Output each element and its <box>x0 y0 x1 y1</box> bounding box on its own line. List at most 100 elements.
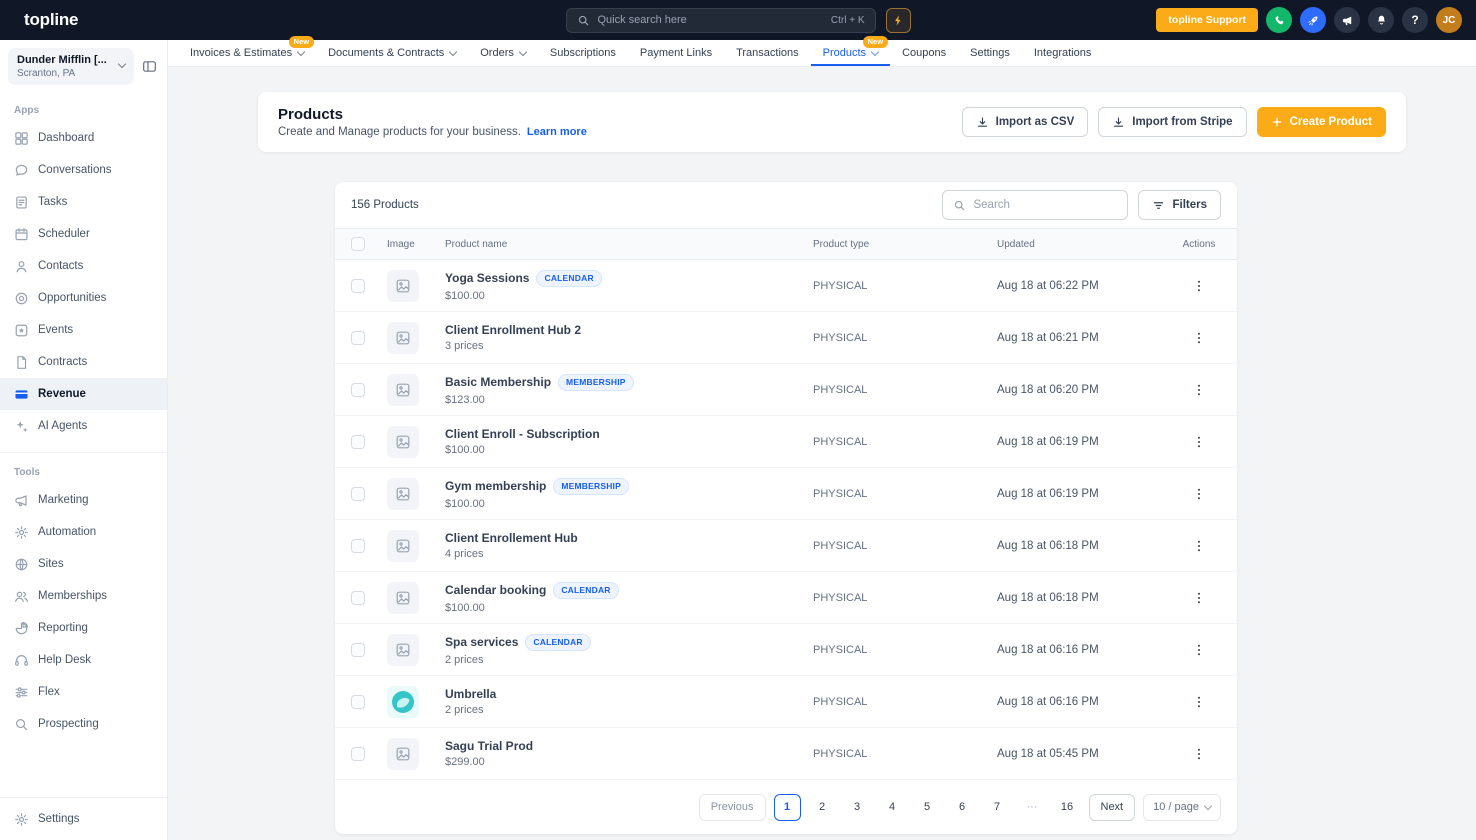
sidebar-item-events[interactable]: Events <box>0 314 167 346</box>
import-stripe-button[interactable]: Import from Stripe <box>1098 107 1247 137</box>
row-actions-button[interactable] <box>1187 482 1211 506</box>
table-search-input[interactable] <box>973 199 1118 211</box>
pagination-page-6[interactable]: 6 <box>949 794 976 821</box>
global-search-input[interactable] <box>597 14 823 26</box>
product-name[interactable]: Client Enrollment Hub 2 <box>445 323 581 337</box>
account-switcher[interactable]: Dunder Mifflin [... Scranton, PA <box>8 48 134 85</box>
lightning-button[interactable] <box>885 7 911 33</box>
pagination-page-7[interactable]: 7 <box>984 794 1011 821</box>
phone-button[interactable] <box>1266 7 1292 33</box>
row-actions-button[interactable] <box>1187 326 1211 350</box>
select-all-checkbox[interactable] <box>351 237 365 251</box>
sidebar-item-tasks[interactable]: Tasks <box>0 186 167 218</box>
tab-settings[interactable]: Settings <box>958 40 1022 66</box>
sidebar-item-settings[interactable]: Settings <box>0 798 167 840</box>
row-actions-button[interactable] <box>1187 586 1211 610</box>
product-name[interactable]: Client Enroll - Subscription <box>445 427 600 441</box>
row-checkbox[interactable] <box>351 434 365 449</box>
table-row[interactable]: Umbrella 2 prices PHYSICAL Aug 18 at 06:1… <box>335 676 1237 728</box>
table-row[interactable]: Gym membership MEMBERSHIP $100.00 PHYSICAL… <box>335 468 1237 520</box>
tab-products[interactable]: New Products <box>811 36 890 66</box>
pagination-page-4[interactable]: 4 <box>879 794 906 821</box>
row-checkbox[interactable] <box>351 382 365 397</box>
pagination-ellipsis[interactable]: ··· <box>1019 794 1046 821</box>
filters-button[interactable]: Filters <box>1138 190 1221 220</box>
row-actions-button[interactable] <box>1187 274 1211 298</box>
row-actions-button[interactable] <box>1187 430 1211 454</box>
sidebar-item-conversations[interactable]: Conversations <box>0 154 167 186</box>
sidebar-item-dashboard[interactable]: Dashboard <box>0 122 167 154</box>
sidebar-item-scheduler[interactable]: Scheduler <box>0 218 167 250</box>
create-product-button[interactable]: Create Product <box>1256 107 1386 137</box>
support-button[interactable]: topline Support <box>1156 8 1258 32</box>
product-name[interactable]: Umbrella <box>445 687 496 701</box>
row-actions-button[interactable] <box>1187 534 1211 558</box>
table-row[interactable]: Calendar booking CALENDAR $100.00 PHYSICAL… <box>335 572 1237 624</box>
row-checkbox[interactable] <box>351 590 365 605</box>
notifications-button[interactable] <box>1368 7 1394 33</box>
row-actions-button[interactable] <box>1187 638 1211 662</box>
announcements-button[interactable] <box>1334 7 1360 33</box>
pagination-page-16[interactable]: 16 <box>1054 794 1081 821</box>
table-row[interactable]: Client Enroll - Subscription $100.00 PHYS… <box>335 416 1237 468</box>
tab-invoices-estimates[interactable]: New Invoices & Estimates <box>178 36 316 66</box>
sidebar-item-sites[interactable]: Sites <box>0 548 167 580</box>
page-size-select[interactable]: 10 / page <box>1143 793 1221 821</box>
row-checkbox[interactable] <box>351 694 365 709</box>
row-checkbox[interactable] <box>351 746 365 761</box>
row-actions-button[interactable] <box>1187 690 1211 714</box>
launchpad-button[interactable] <box>1300 7 1326 33</box>
pagination-page-5[interactable]: 5 <box>914 794 941 821</box>
import-csv-button[interactable]: Import as CSV <box>961 107 1089 137</box>
sidebar-item-contacts[interactable]: Contacts <box>0 250 167 282</box>
sidebar-item-reporting[interactable]: Reporting <box>0 612 167 644</box>
product-name[interactable]: Basic Membership <box>445 375 551 389</box>
tab-payment-links[interactable]: Payment Links <box>628 40 724 66</box>
sidebar-item-help-desk[interactable]: Help Desk <box>0 644 167 676</box>
sidebar-collapse-button[interactable] <box>140 57 159 76</box>
pagination-page-1[interactable]: 1 <box>773 793 801 821</box>
sidebar-item-marketing[interactable]: Marketing <box>0 484 167 516</box>
table-row[interactable]: Client Enrollement Hub 4 prices PHYSICAL … <box>335 520 1237 572</box>
tab-integrations[interactable]: Integrations <box>1022 40 1103 66</box>
avatar[interactable]: JC <box>1436 7 1462 33</box>
sidebar-item-opportunities[interactable]: Opportunities <box>0 282 167 314</box>
help-button[interactable]: ? <box>1402 7 1428 33</box>
sidebar-item-memberships[interactable]: Memberships <box>0 580 167 612</box>
tab-orders[interactable]: Orders <box>468 40 538 66</box>
tab-coupons[interactable]: Coupons <box>890 40 958 66</box>
row-checkbox[interactable] <box>351 330 365 345</box>
product-name[interactable]: Yoga Sessions <box>445 271 529 285</box>
tab-documents-contracts[interactable]: Documents & Contracts <box>316 40 468 66</box>
sidebar-item-automation[interactable]: Automation <box>0 516 167 548</box>
row-checkbox[interactable] <box>351 486 365 501</box>
sidebar-item-ai-agents[interactable]: AI Agents <box>0 410 167 442</box>
table-row[interactable]: Basic Membership MEMBERSHIP $123.00 PHYSIC… <box>335 364 1237 416</box>
sidebar-item-contracts[interactable]: Contracts <box>0 346 167 378</box>
table-row[interactable]: Sagu Trial Prod $299.00 PHYSICAL Aug 18 a… <box>335 728 1237 780</box>
pagination-next[interactable]: Next <box>1088 793 1136 821</box>
sidebar-item-prospecting[interactable]: Prospecting <box>0 708 167 740</box>
row-actions-button[interactable] <box>1187 742 1211 766</box>
row-checkbox[interactable] <box>351 538 365 553</box>
tab-subscriptions[interactable]: Subscriptions <box>538 40 628 66</box>
row-checkbox[interactable] <box>351 278 365 293</box>
sidebar-item-flex[interactable]: Flex <box>0 676 167 708</box>
product-name[interactable]: Sagu Trial Prod <box>445 739 533 753</box>
product-name[interactable]: Calendar booking <box>445 583 546 597</box>
sidebar-item-revenue[interactable]: Revenue <box>0 378 167 410</box>
tab-transactions[interactable]: Transactions <box>724 40 811 66</box>
pagination-page-2[interactable]: 2 <box>809 794 836 821</box>
product-name[interactable]: Gym membership <box>445 479 546 493</box>
table-row[interactable]: Yoga Sessions CALENDAR $100.00 PHYSICAL Au… <box>335 260 1237 312</box>
table-row[interactable]: Client Enrollment Hub 2 3 prices PHYSICAL… <box>335 312 1237 364</box>
table-search[interactable] <box>942 190 1129 220</box>
global-search[interactable]: Ctrl + K <box>565 7 876 33</box>
pagination-previous[interactable]: Previous <box>698 793 766 821</box>
product-name[interactable]: Spa services <box>445 635 518 649</box>
pagination-page-3[interactable]: 3 <box>844 794 871 821</box>
product-name[interactable]: Client Enrollement Hub <box>445 531 578 545</box>
table-row[interactable]: Spa services CALENDAR 2 prices PHYSICAL Au… <box>335 624 1237 676</box>
row-actions-button[interactable] <box>1187 378 1211 402</box>
learn-more-link[interactable]: Learn more <box>527 126 587 138</box>
